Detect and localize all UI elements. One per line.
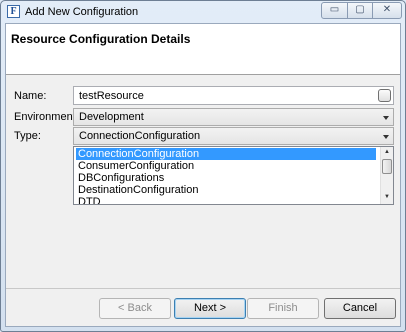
wizard-header: Resource Configuration Details xyxy=(6,24,400,75)
scroll-up-icon[interactable]: ▲ xyxy=(381,147,393,158)
scroll-thumb[interactable] xyxy=(382,159,392,174)
name-label: Name: xyxy=(14,90,47,102)
chevron-down-icon xyxy=(383,135,389,139)
type-select[interactable]: ConnectionConfiguration xyxy=(73,127,394,145)
name-field[interactable]: testResource xyxy=(73,86,394,105)
window-title: Add New Configuration xyxy=(25,6,139,18)
type-value: ConnectionConfiguration xyxy=(79,130,201,142)
page-title: Resource Configuration Details xyxy=(11,32,191,46)
environment-select[interactable]: Development xyxy=(73,108,394,126)
next-button[interactable]: Next > xyxy=(174,298,246,319)
list-item-destinationconfiguration[interactable]: DestinationConfiguration xyxy=(76,184,376,196)
cancel-button[interactable]: Cancel xyxy=(324,298,396,319)
footer-divider xyxy=(6,288,400,289)
minimize-button[interactable]: ▭ xyxy=(321,2,348,19)
app-icon: F xyxy=(7,5,20,18)
list-scrollbar[interactable]: ▲ ▼ xyxy=(380,147,393,204)
scroll-down-icon[interactable]: ▼ xyxy=(381,192,393,203)
finish-button[interactable]: Finish xyxy=(247,298,319,319)
close-button[interactable]: ✕ xyxy=(372,2,402,19)
environment-label: Environment: xyxy=(14,111,79,123)
type-label: Type: xyxy=(14,130,41,142)
list-item-consumerconfiguration[interactable]: ConsumerConfiguration xyxy=(76,160,376,172)
dialog-window: F Add New Configuration ▭ ▢ ✕ Resource C… xyxy=(0,0,406,332)
title-bar[interactable]: F Add New Configuration ▭ ▢ ✕ xyxy=(1,1,405,23)
list-item-connectionconfiguration[interactable]: ConnectionConfiguration xyxy=(76,148,376,160)
list-item-dbconfigurations[interactable]: DBConfigurations xyxy=(76,172,376,184)
maximize-button[interactable]: ▢ xyxy=(347,2,373,19)
environment-value: Development xyxy=(79,111,144,123)
name-value: testResource xyxy=(79,90,144,102)
type-dropdown-list[interactable]: ConnectionConfiguration ConsumerConfigur… xyxy=(73,146,394,205)
back-button[interactable]: < Back xyxy=(99,298,171,319)
list-item-dtd[interactable]: DTD xyxy=(76,196,376,204)
name-field-button[interactable] xyxy=(378,89,391,102)
chevron-down-icon xyxy=(383,116,389,120)
dialog-body: Resource Configuration Details Name: tes… xyxy=(5,23,401,327)
